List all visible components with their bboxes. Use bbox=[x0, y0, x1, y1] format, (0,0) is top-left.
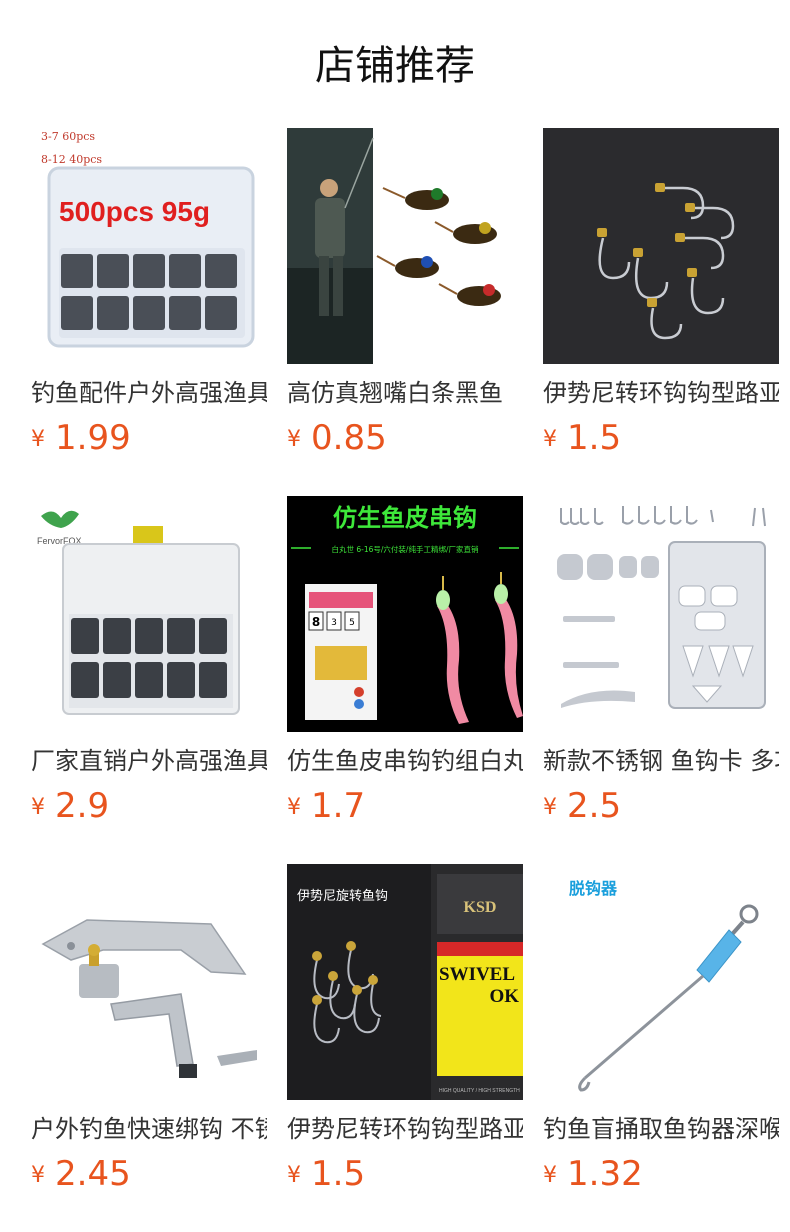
product-image[interactable] bbox=[287, 128, 523, 364]
product-name[interactable]: 伊势尼转环钩钩型路亚 bbox=[543, 376, 779, 410]
product-image[interactable]: 脱钩器 bbox=[543, 864, 779, 1100]
product-card[interactable]: 户外钓鱼快速绑钩 不锈钢 ¥2.45 bbox=[31, 864, 267, 1204]
size-note-1: 3-7 60pcs bbox=[41, 130, 95, 143]
product-card[interactable]: 仿生鱼皮串钩 白丸世 6-16号/六付装/纯手工精绑/厂家直销 8 3 5 仿生… bbox=[287, 496, 523, 836]
product-price: ¥1.5 bbox=[287, 1154, 523, 1194]
pack-size-badge: 8 bbox=[312, 615, 320, 629]
product-image[interactable]: FervorFOX bbox=[31, 496, 267, 732]
product-image[interactable]: 伊势尼旋转鱼钩 KSD SWIVEL OK HIGH QUALITY / HIG… bbox=[287, 864, 523, 1100]
product-price: ¥1.7 bbox=[287, 786, 523, 826]
product-name[interactable]: 伊势尼转环钩钩型路亚 bbox=[287, 1112, 523, 1146]
image-subline: 白丸世 6-16号/六付装/纯手工精绑/厂家直销 bbox=[332, 544, 479, 554]
currency-symbol: ¥ bbox=[543, 427, 557, 452]
currency-symbol: ¥ bbox=[543, 795, 557, 820]
pack-logo: KSD bbox=[464, 899, 497, 916]
pack-small-number-1: 3 bbox=[331, 618, 337, 628]
product-image[interactable] bbox=[31, 864, 267, 1100]
price-value: 1.5 bbox=[311, 1154, 366, 1194]
image-label: 伊势尼旋转鱼钩 bbox=[297, 888, 388, 904]
product-name[interactable]: 户外钓鱼快速绑钩 不锈钢 bbox=[31, 1112, 267, 1146]
product-image[interactable] bbox=[543, 496, 779, 732]
product-name[interactable]: 高仿真翘嘴白条黑鱼 bbox=[287, 376, 523, 410]
price-value: 2.45 bbox=[55, 1154, 131, 1194]
product-card[interactable]: 高仿真翘嘴白条黑鱼 ¥0.85 bbox=[287, 128, 523, 468]
price-value: 1.5 bbox=[567, 418, 622, 458]
image-label: 脱钩器 bbox=[569, 879, 618, 898]
product-price: ¥1.5 bbox=[543, 418, 779, 458]
size-note-2: 8-12 40pcs bbox=[41, 153, 102, 166]
product-card[interactable]: FervorFOX 厂家直销户外高强渔具 ¥ 2.9 bbox=[31, 496, 267, 836]
product-name[interactable]: 厂家直销户外高强渔具 bbox=[31, 744, 267, 778]
currency-symbol: ¥ bbox=[287, 1163, 301, 1188]
price-value: 2.9 bbox=[55, 786, 110, 826]
product-image[interactable]: 仿生鱼皮串钩 白丸世 6-16号/六付装/纯手工精绑/厂家直销 8 3 5 bbox=[287, 496, 523, 732]
product-price: ¥2.5 bbox=[543, 786, 779, 826]
price-value: 1.7 bbox=[311, 786, 366, 826]
product-name[interactable]: 钓鱼配件户外高强渔具 bbox=[31, 376, 267, 410]
currency-symbol: ¥ bbox=[543, 1163, 557, 1188]
product-price: ¥1.32 bbox=[543, 1154, 779, 1194]
currency-symbol: ¥ bbox=[31, 427, 45, 452]
currency-symbol: ¥ bbox=[31, 1163, 45, 1188]
image-headline: 仿生鱼皮串钩 bbox=[333, 504, 477, 532]
product-card[interactable]: 伊势尼旋转鱼钩 KSD SWIVEL OK HIGH QUALITY / HIG… bbox=[287, 864, 523, 1204]
pack-title-2: OK bbox=[489, 986, 519, 1007]
pack-count-label: 500pcs 95g bbox=[59, 196, 210, 227]
price-value: 0.85 bbox=[311, 418, 387, 458]
product-image[interactable]: 3-7 60pcs 8-12 40pcs 500pcs 95g bbox=[31, 128, 267, 364]
product-price: ¥2.9 bbox=[31, 786, 267, 826]
currency-symbol: ¥ bbox=[31, 795, 45, 820]
currency-symbol: ¥ bbox=[287, 795, 301, 820]
pack-footer: HIGH QUALITY / HIGH STRENGTH bbox=[439, 1088, 520, 1094]
product-name[interactable]: 新款不锈钢 鱼钩卡 多功能 bbox=[543, 744, 779, 778]
price-value: 1.99 bbox=[55, 418, 131, 458]
currency-symbol: ¥ bbox=[287, 427, 301, 452]
product-card[interactable]: 新款不锈钢 鱼钩卡 多功能 ¥2.5 bbox=[543, 496, 779, 836]
product-card[interactable]: 伊势尼转环钩钩型路亚 ¥1.5 bbox=[543, 128, 779, 468]
pack-title: SWIVEL bbox=[439, 964, 515, 985]
product-card[interactable]: 3-7 60pcs 8-12 40pcs 500pcs 95g 钓鱼配件户外高强… bbox=[31, 128, 267, 468]
price-value: 1.32 bbox=[567, 1154, 643, 1194]
product-name[interactable]: 仿生鱼皮串钩钓组白丸 bbox=[287, 744, 523, 778]
product-card[interactable]: 脱钩器 钓鱼盲捅取鱼钩器深喉 ¥1.32 bbox=[543, 864, 779, 1204]
product-price: ¥1.99 bbox=[31, 418, 267, 458]
product-name[interactable]: 钓鱼盲捅取鱼钩器深喉 bbox=[543, 1112, 779, 1146]
page-title: 店铺推荐 bbox=[315, 43, 475, 89]
product-price: ¥0.85 bbox=[287, 418, 523, 458]
price-value: 2.5 bbox=[567, 786, 622, 826]
product-image[interactable] bbox=[543, 128, 779, 364]
pack-small-number-2: 5 bbox=[349, 618, 355, 628]
product-price: ¥2.45 bbox=[31, 1154, 267, 1194]
